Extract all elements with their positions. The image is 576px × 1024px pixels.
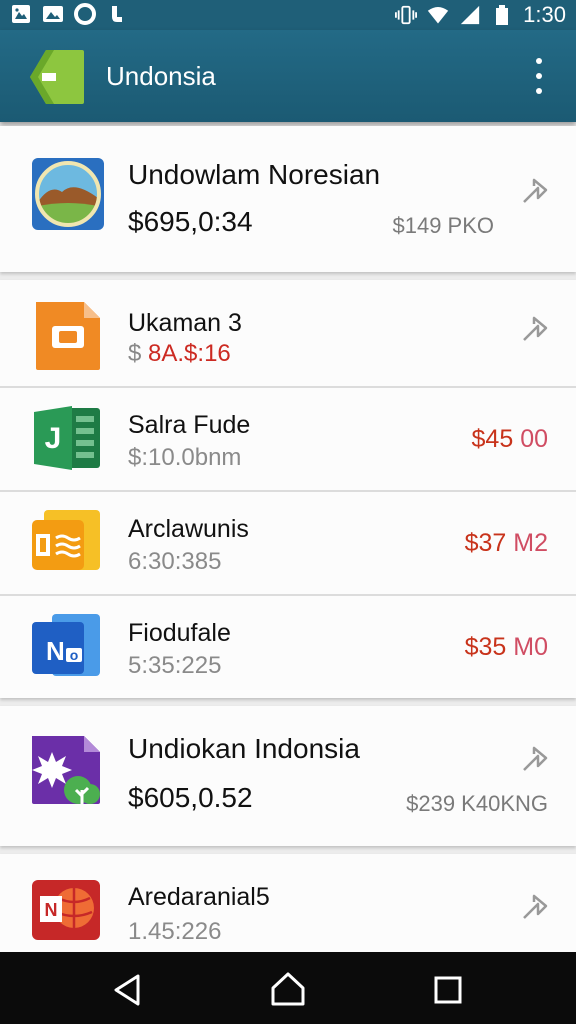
item-title: Fiodufale — [128, 619, 231, 647]
item-side-value: $37 M2 — [465, 528, 548, 558]
item-amount: 8A.$:16 — [148, 340, 231, 367]
chevron-right-icon — [520, 892, 550, 922]
svg-text:J: J — [45, 422, 62, 455]
item-side-text: $239 K40KNG — [406, 791, 548, 816]
app-bar: Undonsia — [0, 30, 576, 122]
slides-app-icon — [32, 300, 104, 372]
svg-text:N: N — [46, 636, 65, 666]
photo-frame-icon — [10, 3, 32, 25]
chevron-right-icon — [520, 176, 550, 206]
home-icon[interactable] — [268, 970, 308, 1010]
item-title: Arclawunis — [128, 515, 249, 543]
navigation-bar — [0, 952, 576, 1024]
spreadsheet-app-icon: J — [32, 402, 104, 474]
item-amount: 5:35:225 — [128, 652, 222, 679]
back-icon[interactable] — [108, 970, 148, 1010]
wifi-icon — [427, 4, 449, 26]
list-item[interactable]: Undowlam Noresian $695,0:34 $149 PKO — [0, 126, 576, 272]
circle-app-icon — [74, 3, 96, 25]
item-side-suffix: M2 — [513, 529, 548, 557]
item-amount: $605,0.52 — [128, 782, 253, 813]
status-bar: 1:30 — [0, 0, 576, 30]
item-side-value: $35 M0 — [465, 632, 548, 662]
svg-text:o: o — [70, 647, 79, 663]
image-icon — [42, 3, 64, 25]
svg-text:N: N — [45, 900, 58, 920]
item-title: Salra Fude — [128, 411, 251, 439]
item-title: Aredaranial5 — [128, 883, 270, 911]
item-title: Undowlam Noresian — [128, 159, 381, 190]
recents-icon[interactable] — [428, 970, 468, 1010]
landscape-photo-icon — [32, 158, 104, 230]
list-item[interactable]: Undiokan Indonsia $605,0.52 $239 K40KNG — [0, 706, 576, 846]
item-amount: 1.45:226 — [128, 918, 222, 945]
signal-icon — [459, 4, 481, 26]
status-time: 1:30 — [523, 2, 566, 27]
share-app-icon — [106, 3, 128, 25]
item-title: Ukaman 3 — [128, 309, 242, 337]
status-left-icons — [10, 3, 128, 25]
list-item[interactable]: Arclawunis 6:30:385 $37 M2 — [0, 492, 576, 594]
chevron-right-icon — [520, 744, 550, 774]
list-group: Ukaman 3 $ 8A.$:16 J Salra Fude $:10.0bn… — [0, 280, 576, 698]
status-right-icons: 1:30 — [395, 2, 566, 28]
item-side-text: $149 PKO — [392, 213, 494, 238]
red-app-icon: N — [30, 876, 102, 948]
item-amount: $695,0:34 — [128, 206, 253, 237]
vibrate-icon — [395, 4, 418, 26]
item-amount-prefix: $ — [128, 340, 142, 367]
list-item[interactable]: J Salra Fude $:10.0bnm $45 00 — [0, 388, 576, 490]
list-item[interactable]: Ukaman 3 $ 8A.$:16 — [0, 280, 576, 386]
item-amount-wrap: $ 8A.$:16 — [128, 338, 231, 370]
item-side-main: $37 — [464, 529, 507, 557]
item-side-main: $35 — [464, 633, 507, 661]
keep-notes-app-icon — [30, 506, 102, 578]
chevron-right-icon — [520, 314, 550, 344]
back-tag-icon[interactable] — [28, 48, 86, 106]
item-title: Undiokan Indonsia — [128, 733, 360, 764]
notes-app-icon: N o — [30, 610, 102, 682]
item-amount: 6:30:385 — [128, 548, 222, 575]
item-amount: $:10.0bnm — [128, 444, 242, 471]
battery-icon — [491, 4, 513, 26]
item-side-suffix: M0 — [513, 633, 548, 661]
more-vertical-icon[interactable] — [524, 58, 554, 94]
item-side-suffix: 00 — [520, 425, 548, 453]
app-title: Undonsia — [106, 61, 216, 91]
nature-app-icon — [30, 734, 102, 806]
item-side-main: $45 — [471, 425, 514, 453]
item-side-value: $45 00 — [472, 424, 548, 454]
list-item[interactable]: N Aredaranial5 1.45:226 — [0, 854, 576, 964]
list-item[interactable]: N o Fiodufale 5:35:225 $35 M0 — [0, 596, 576, 698]
